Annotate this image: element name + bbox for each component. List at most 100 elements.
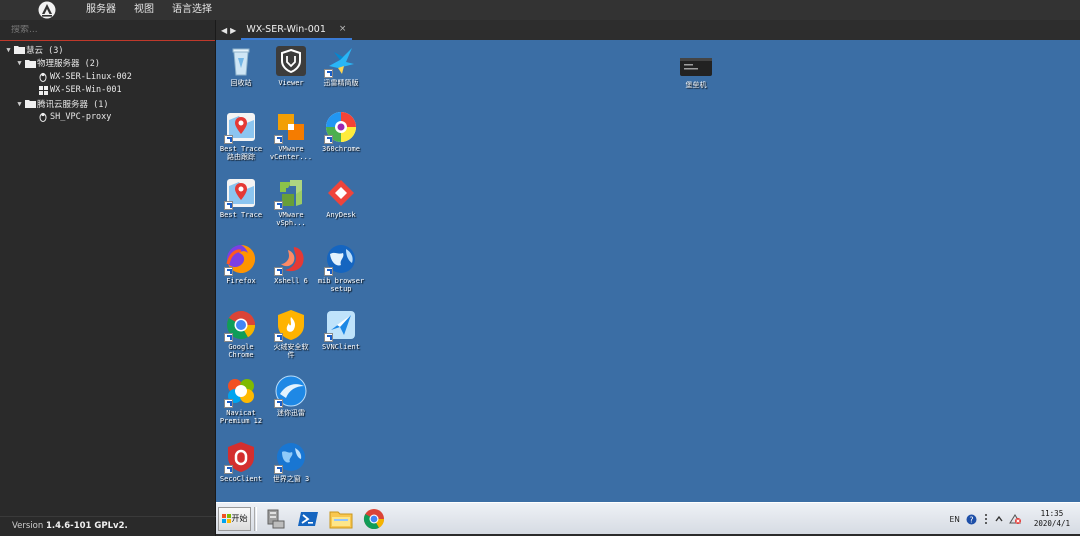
- folder-icon: [24, 58, 36, 68]
- icon-label: SVNClient: [322, 343, 360, 351]
- shortcut-arrow-icon: [274, 333, 283, 342]
- taskbar-server-manager[interactable]: [260, 506, 290, 532]
- tree-label: WX-SER-Linux-002: [50, 71, 132, 82]
- desktop-icon-vmware-vsphere[interactable]: VMware vSph...: [266, 176, 316, 227]
- tree-group-huiyun[interactable]: ▼ 慧云 (3): [0, 43, 215, 57]
- shortcut-arrow-icon: [274, 399, 283, 408]
- app-window: 服务器 视图 语言选择 ▼ 慧云 (3) ▼ 物理服务器 (2) WX-SER-…: [0, 0, 1080, 536]
- theworld-icon: [274, 440, 308, 474]
- shortcut-arrow-icon: [274, 267, 283, 276]
- desktop-icon-viewer[interactable]: Viewer: [266, 44, 316, 87]
- folder-icon: [13, 45, 25, 55]
- shortcut-arrow-icon: [224, 465, 233, 474]
- xunlei-bird-icon: [324, 44, 358, 78]
- xshell-icon: [274, 242, 308, 276]
- close-icon[interactable]: ×: [339, 24, 347, 34]
- desktop-icon-vmware-vcenter[interactable]: VMware vCenter...: [266, 110, 316, 161]
- viewer-shield-icon: [274, 44, 308, 78]
- menu-servers[interactable]: 服务器: [77, 0, 125, 20]
- chrome-icon: [224, 308, 258, 342]
- chevron-down-icon[interactable]: ▼: [15, 100, 24, 108]
- chevron-down-icon[interactable]: ▼: [4, 46, 13, 54]
- menu-language[interactable]: 语言选择: [163, 0, 221, 20]
- search-input[interactable]: [11, 25, 206, 35]
- icon-label: AnyDesk: [326, 211, 356, 219]
- desktop-icon-svnclient[interactable]: SVNClient: [316, 308, 366, 351]
- divider: [0, 516, 216, 517]
- search-box: [0, 20, 215, 41]
- app-logo: [37, 1, 57, 19]
- menu-dots-icon[interactable]: [983, 513, 989, 525]
- desktop-icon-theworld[interactable]: 世界之窗 3: [266, 440, 316, 483]
- chrome-icon: [363, 508, 385, 529]
- taskbar-divider: [254, 506, 257, 531]
- menu-bar: 服务器 视图 语言选择: [0, 0, 1080, 20]
- tree-group-physical[interactable]: ▼ 物理服务器 (2): [0, 57, 215, 71]
- desktop-icon-360chrome[interactable]: 360chrome: [316, 110, 366, 153]
- desktop-icon-huorong[interactable]: 火绒安全软 件: [266, 308, 316, 359]
- desktop-icon-firefox[interactable]: Firefox: [216, 242, 266, 285]
- tab-next-button[interactable]: ▶: [230, 26, 236, 35]
- version-info: Version 1.4.6-101 GPLv2.: [12, 521, 128, 531]
- secoclient-icon: [224, 440, 258, 474]
- tree-label: WX-SER-Win-001: [50, 85, 122, 96]
- shortcut-arrow-icon: [324, 69, 333, 78]
- desktop-icon-mini-xunlei[interactable]: 迷你迅雷: [266, 374, 316, 417]
- show-hidden-icons-icon[interactable]: [995, 515, 1003, 523]
- menu-view[interactable]: 视图: [125, 0, 163, 20]
- mini-xunlei-icon: [274, 374, 308, 408]
- shortcut-arrow-icon: [324, 333, 333, 342]
- shortcut-arrow-icon: [224, 135, 233, 144]
- shortcut-arrow-icon: [324, 267, 333, 276]
- tree-item-win-001[interactable]: WX-SER-Win-001: [0, 84, 215, 98]
- help-icon[interactable]: ?: [966, 514, 977, 525]
- linux-icon: [37, 72, 49, 82]
- language-indicator[interactable]: EN: [950, 515, 960, 524]
- network-error-icon[interactable]: [1008, 513, 1022, 525]
- svg-text:?: ?: [969, 515, 973, 524]
- taskbar-powershell[interactable]: [293, 506, 323, 532]
- desktop-icon-google-chrome[interactable]: Google Chrome: [216, 308, 266, 359]
- tree-item-linux-002[interactable]: WX-SER-Linux-002: [0, 70, 215, 84]
- 360-browser-icon: [324, 110, 358, 144]
- desktop-icon-bastion[interactable]: 堡垒机: [671, 54, 721, 89]
- desktop-icon-secoclient[interactable]: SecoClient: [216, 440, 266, 483]
- start-label: 开始: [231, 514, 248, 523]
- map-icon: [224, 176, 258, 210]
- icon-label: 迅雷精简版: [323, 79, 359, 87]
- clock[interactable]: 11:35 2020/4/1: [1034, 509, 1070, 529]
- tree-group-tencent[interactable]: ▼ 腾讯云服务器 (1): [0, 97, 215, 111]
- desktop-icon-best-trace[interactable]: Best Trace: [216, 176, 266, 219]
- linux-icon: [37, 112, 49, 123]
- icon-label: mib browser setup: [317, 277, 365, 293]
- taskbar-chrome[interactable]: [359, 506, 389, 532]
- shortcut-arrow-icon: [324, 135, 333, 144]
- globe-icon: [324, 242, 358, 276]
- huorong-icon: [274, 308, 308, 342]
- clock-time: 11:35: [1040, 509, 1064, 518]
- tab-wx-ser-win-001[interactable]: WX-SER-Win-001 ×: [241, 20, 353, 40]
- desktop-icon-anydesk[interactable]: AnyDesk: [316, 176, 366, 219]
- windows-icon: [37, 85, 49, 95]
- desktop-icon-best-trace-route[interactable]: Best Trace 路由跟踪: [216, 110, 266, 161]
- remote-desktop[interactable]: 回收站 Best Trace 路由跟踪 Best Trace Firefox G…: [216, 40, 1080, 502]
- desktop-icon-xshell[interactable]: Xshell 6: [266, 242, 316, 285]
- tab-prev-button[interactable]: ◀: [221, 26, 227, 35]
- svn-icon: [324, 308, 358, 342]
- terminal-icon: [679, 54, 713, 80]
- navicat-icon: [224, 374, 258, 408]
- tree-item-sh-vpc-proxy[interactable]: SH_VPC-proxy: [0, 111, 215, 125]
- shortcut-arrow-icon: [274, 201, 283, 210]
- desktop-icon-mib-browser[interactable]: mib browser setup: [316, 242, 366, 293]
- desktop-icon-xunlei[interactable]: 迅雷精简版: [316, 44, 366, 87]
- file-explorer-icon: [329, 511, 353, 528]
- desktop-icon-navicat[interactable]: Navicat Premium 12: [216, 374, 266, 425]
- folder-icon: [24, 99, 36, 109]
- tree-label: 慧云 (3): [26, 45, 64, 56]
- icon-label: 360chrome: [322, 145, 360, 153]
- taskbar-file-explorer[interactable]: [326, 506, 356, 532]
- chevron-down-icon[interactable]: ▼: [15, 59, 24, 67]
- tab-nav: ◀ ▶: [216, 20, 241, 40]
- desktop-icon-recycle-bin[interactable]: 回收站: [216, 44, 266, 87]
- start-button[interactable]: 开始: [218, 506, 251, 531]
